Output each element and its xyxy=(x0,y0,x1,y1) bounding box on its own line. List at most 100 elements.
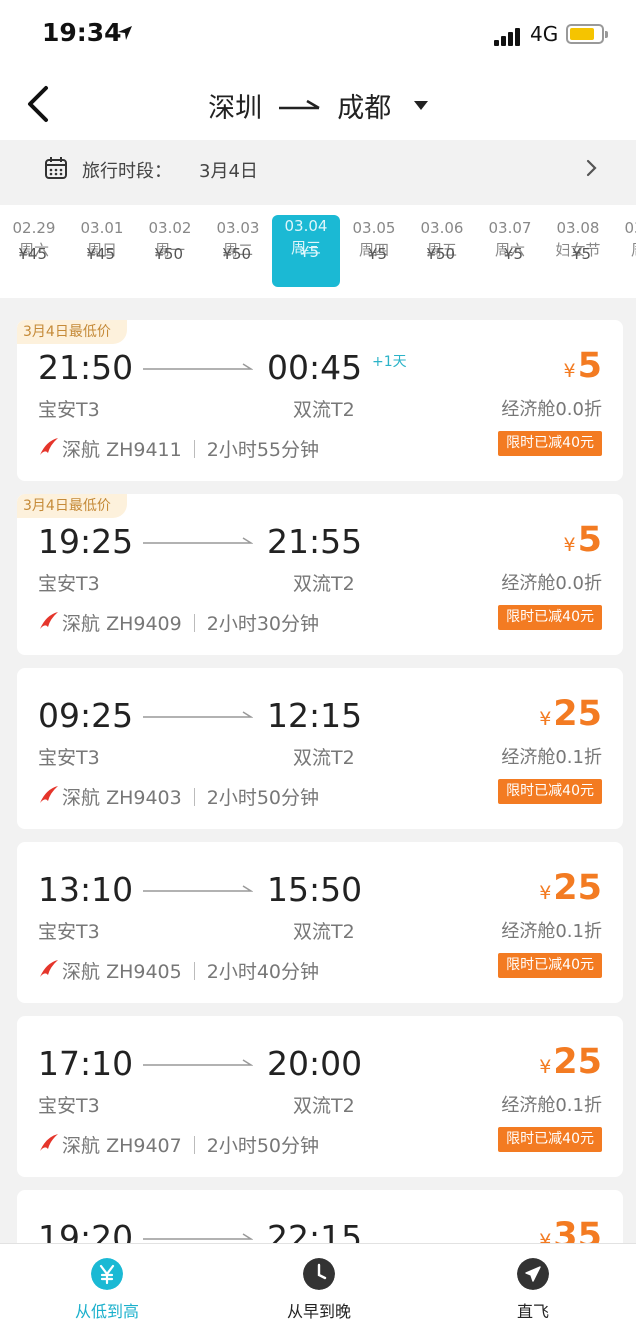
date-item[interactable]: 03.06 周五 ¥50 xyxy=(408,217,476,263)
date-item[interactable]: 03.07 周六 ¥5 xyxy=(476,217,544,263)
arrival-airport: 双流T2 xyxy=(293,921,355,943)
date-item[interactable]: 03.05 周四 ¥5 xyxy=(340,217,408,263)
airline-logo-icon xyxy=(40,612,58,629)
currency-symbol: ¥ xyxy=(563,534,576,556)
divider xyxy=(193,614,195,632)
date-item-selected[interactable]: 03.04 周三 ¥5 xyxy=(272,215,340,287)
tab-sort-time[interactable]: 从早到晚 xyxy=(239,1258,399,1322)
price-amount: 25 xyxy=(553,1042,602,1082)
calendar-icon xyxy=(45,157,67,179)
date-label: 03.08 xyxy=(556,219,600,237)
arrival-airport: 双流T2 xyxy=(293,573,355,595)
departure-airport: 宝安T3 xyxy=(38,399,100,421)
date-label: 03.03 xyxy=(216,219,260,237)
price-amount: 25 xyxy=(553,868,602,908)
promo-badge: 限时已减40元 xyxy=(498,779,602,804)
date-price: ¥50 xyxy=(426,245,455,263)
departure-time: 19:25 xyxy=(38,522,134,561)
flight-arrow-icon xyxy=(143,363,253,370)
plane-icon xyxy=(517,1258,549,1290)
period-label: 旅行时段： xyxy=(82,161,172,182)
departure-airport: 宝安T3 xyxy=(38,1095,100,1117)
price-amount: 25 xyxy=(553,694,602,734)
date-strip: 02.29 周六 ¥45 03.01 周日 ¥45 03.02 周一 ¥50 0… xyxy=(0,205,636,298)
network-label: 4G xyxy=(530,22,559,46)
cabin-discount: 经济舱0.0折 xyxy=(501,399,602,420)
airline-logo-icon xyxy=(40,960,58,977)
arrival-time: 21:55 xyxy=(267,522,363,561)
tab-direct[interactable]: 直飞 xyxy=(453,1258,613,1322)
date-item[interactable]: 02.29 周六 ¥45 xyxy=(0,217,68,263)
flight-card[interactable]: 17:10 20:00 宝安T3 双流T2 深航 ZH9407 2小时50分钟 ¥… xyxy=(17,1016,623,1177)
price-amount: 5 xyxy=(577,520,602,560)
period-value: 3月4日 xyxy=(199,161,258,182)
airline-name: 深航 xyxy=(62,961,101,983)
divider xyxy=(193,1136,195,1154)
airline-info: 深航 ZH9409 2小时30分钟 xyxy=(62,609,319,636)
date-item[interactable]: 03.01 周日 ¥45 xyxy=(68,217,136,263)
airline-info: 深航 ZH9405 2小时40分钟 xyxy=(62,957,319,984)
date-label: 03.09 xyxy=(624,219,636,237)
flight-arrow-icon xyxy=(143,1059,253,1066)
departure-airport: 宝安T3 xyxy=(38,747,100,769)
flight-card-partial[interactable]: 19:20 22:15 ¥35 xyxy=(17,1190,623,1250)
flight-card[interactable]: 13:10 15:50 宝安T3 双流T2 深航 ZH9405 2小时40分钟 ¥… xyxy=(17,842,623,1003)
departure-time: 13:10 xyxy=(38,870,134,909)
cabin-discount: 经济舱0.1折 xyxy=(501,921,602,942)
route-selector[interactable]: 深圳 成都 xyxy=(0,86,636,125)
route-arrow-icon xyxy=(278,99,320,109)
airline-name: 深航 xyxy=(62,613,101,635)
arrival-airport: 双流T2 xyxy=(293,1095,355,1117)
date-item[interactable]: 03.09 周一 ¥5 xyxy=(612,217,636,261)
dropdown-caret-icon xyxy=(413,101,428,110)
airline-info: 深航 ZH9403 2小时50分钟 xyxy=(62,783,319,810)
date-price: ¥45 xyxy=(86,245,115,263)
arrival-time: 15:50 xyxy=(267,870,363,909)
date-label: 03.02 xyxy=(148,219,192,237)
date-item[interactable]: 03.02 周一 ¥50 xyxy=(136,217,204,263)
date-label: 03.05 xyxy=(352,219,396,237)
travel-period-bar[interactable]: 旅行时段： 3月4日 xyxy=(18,141,622,197)
flight-duration: 2小时50分钟 xyxy=(206,1135,319,1157)
yen-icon xyxy=(91,1258,123,1290)
date-label: 03.01 xyxy=(80,219,124,237)
tab-label: 从早到晚 xyxy=(286,1302,351,1321)
flight-card[interactable]: 3月4日最低价 21:50 00:45 +1天 宝安T3 双流T2 深航 ZH9… xyxy=(17,320,623,481)
flight-card[interactable]: 3月4日最低价 19:25 21:55 宝安T3 双流T2 深航 ZH9409 2… xyxy=(17,494,623,655)
tab-label: 直飞 xyxy=(516,1302,549,1321)
airline-name: 深航 xyxy=(62,787,101,809)
arrival-time: 00:45 xyxy=(267,348,363,387)
airline-info: 深航 ZH9411 2小时55分钟 xyxy=(62,435,319,462)
date-label: 03.07 xyxy=(488,219,532,237)
status-time: 19:34 xyxy=(42,18,122,47)
tab-label: 从低到高 xyxy=(74,1302,139,1321)
airline-info: 深航 ZH9407 2小时50分钟 xyxy=(62,1131,319,1158)
date-label: 02.29 xyxy=(12,219,56,237)
date-price: ¥50 xyxy=(154,245,183,263)
flight-arrow-icon xyxy=(143,711,253,718)
flight-number: ZH9411 xyxy=(106,439,182,461)
airline-name: 深航 xyxy=(62,439,101,461)
date-price: ¥5 xyxy=(367,245,387,263)
status-bar: 19:34 4G xyxy=(0,0,636,70)
flight-number: ZH9409 xyxy=(106,613,182,635)
clock-icon xyxy=(303,1258,335,1290)
date-item[interactable]: 03.03 周二 ¥50 xyxy=(204,217,272,263)
flight-card[interactable]: 09:25 12:15 宝安T3 双流T2 深航 ZH9403 2小时50分钟 ¥… xyxy=(17,668,623,829)
date-item[interactable]: 03.08 妇女节 ¥5 xyxy=(544,217,612,263)
arrival-time: 20:00 xyxy=(267,1044,363,1083)
date-price: ¥5 xyxy=(571,245,591,263)
divider xyxy=(193,788,195,806)
weekday-label: 周一 xyxy=(612,239,636,261)
departure-time: 17:10 xyxy=(38,1044,134,1083)
date-label: 03.06 xyxy=(420,219,464,237)
cabin-discount: 经济舱0.1折 xyxy=(501,747,602,768)
nav-bar: 深圳 成都 xyxy=(0,70,636,140)
date-price: ¥45 xyxy=(18,245,47,263)
flight-number: ZH9407 xyxy=(106,1135,182,1157)
promo-badge: 限时已减40元 xyxy=(498,953,602,978)
currency-symbol: ¥ xyxy=(539,1056,552,1078)
tab-sort-price[interactable]: 从低到高 xyxy=(27,1258,187,1322)
currency-symbol: ¥ xyxy=(563,360,576,382)
departure-airport: 宝安T3 xyxy=(38,921,100,943)
